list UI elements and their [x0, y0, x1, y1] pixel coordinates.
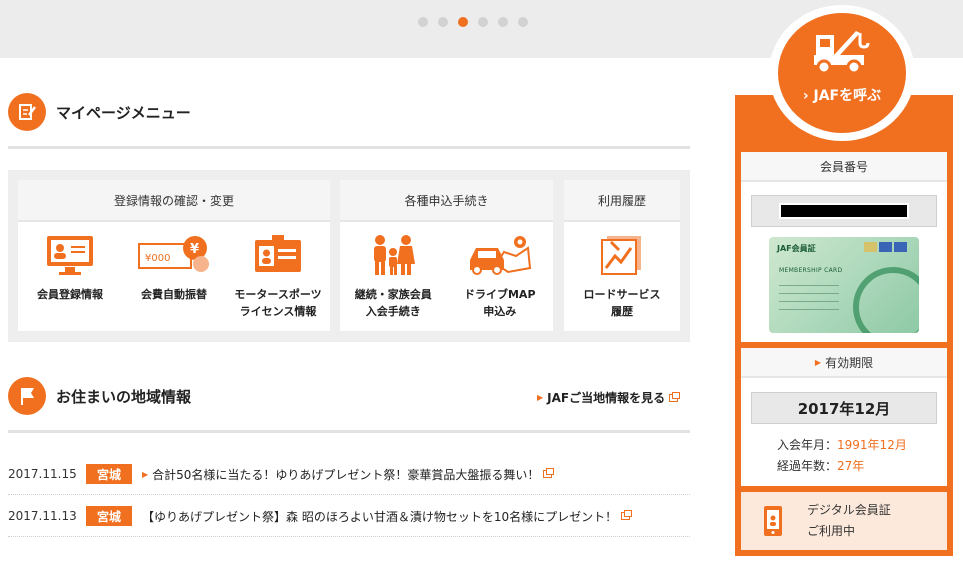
mypage-menu-panel: 登録情報の確認・変更 会員登録情報 ¥000 ¥ 会費自動振替 モータースポーツ … [8, 170, 690, 342]
news-date: 2017.11.13 [8, 509, 77, 523]
external-link-icon [543, 468, 555, 478]
expiry-header: ▶ 有効期限 [741, 348, 947, 378]
card-emblem [853, 267, 919, 333]
membership-card-image: JAF会員証 MEMBERSHIP CARD [769, 237, 919, 333]
news-text[interactable]: 【ゆりあげプレゼント祭】森 昭のほろよい甘酒＆漬け物セットを10名様にプレゼント… [142, 508, 617, 525]
card-title: MEMBERSHIP CARD [779, 267, 843, 274]
region-badge: 宮城 [86, 464, 132, 484]
car-map-icon [469, 236, 531, 275]
svg-text:¥: ¥ [190, 242, 199, 257]
group-title: 登録情報の確認・変更 [18, 180, 330, 222]
digital-card-button[interactable]: デジタル会員証 ご利用中 [741, 492, 947, 550]
carousel-dot[interactable] [478, 17, 488, 27]
joined-label: 入会年月： [777, 438, 838, 452]
menu-item-label: ドライブMAP 申込み [463, 288, 536, 318]
menu-item-label: モータースポーツ ライセンス情報 [234, 288, 322, 318]
carousel-dot[interactable] [518, 17, 528, 27]
menu-item-label: 会費自動振替 [141, 288, 207, 301]
expiry-title: 有効期限 [825, 355, 874, 370]
carousel-dot[interactable] [498, 17, 508, 27]
card-fields [779, 285, 839, 317]
expiry-box: ▶ 有効期限 2017年12月 入会年月：1991年12月 経過年数：27年 [741, 348, 947, 486]
news-text[interactable]: 合計50名様に当たる！ゆりあげプレゼント祭！豪華賞品大盤振る舞い！ [152, 466, 539, 483]
member-number-redacted [779, 203, 909, 219]
menu-item-family-membership[interactable]: 継続・家族会員 入会手続き [340, 222, 447, 331]
menu-item-drive-map[interactable]: ドライブMAP 申込み [447, 222, 554, 331]
card-logo: JAF会員証 [777, 244, 816, 253]
group-registration: 登録情報の確認・変更 会員登録情報 ¥000 ¥ 会費自動振替 モータースポーツ … [18, 180, 330, 331]
carousel-dot[interactable] [438, 17, 448, 27]
group-history: 利用履歴 ロードサービス 履歴 [564, 180, 680, 331]
joined-value: 1991年12月 [837, 438, 907, 452]
menu-item-member-info[interactable]: 会員登録情報 [18, 222, 122, 331]
local-info-header: お住まいの地域情報 [8, 377, 191, 415]
menu-item-auto-transfer[interactable]: ¥000 ¥ 会費自動振替 [122, 222, 226, 331]
edit-note-icon [8, 93, 46, 131]
joined-date-row: 入会年月：1991年12月 [777, 436, 907, 453]
license-card-icon [255, 235, 301, 272]
mypage-title: マイページメニュー [56, 103, 191, 122]
region-badge: 宮城 [86, 506, 132, 526]
digital-card-label: デジタル会員証 ご利用中 [807, 503, 891, 538]
road-service-history-icon [601, 236, 641, 275]
mypage-header: マイページメニュー [8, 93, 191, 131]
menu-item-motorsport-license[interactable]: モータースポーツ ライセンス情報 [226, 222, 330, 331]
local-info-link-label: JAFご当地情報を見る [547, 391, 666, 405]
menu-item-label: ロードサービス 履歴 [583, 288, 661, 318]
member-number-box: 会員番号 JAF会員証 MEMBERSHIP CARD [741, 152, 947, 342]
carousel-dots [418, 17, 528, 27]
member-number-field [751, 195, 937, 227]
monitor-profile-icon [47, 236, 93, 275]
menu-item-label: 会員登録情報 [37, 288, 103, 301]
local-info-title: お住まいの地域情報 [56, 387, 192, 406]
divider [8, 430, 690, 433]
external-link-icon [621, 510, 633, 520]
news-item[interactable]: 2017.11.15 宮城 ▶ 合計50名様に当たる！ゆりあげプレゼント祭！豪華… [8, 454, 690, 495]
call-jaf-button[interactable]: › JAFを呼ぶ [778, 13, 906, 133]
menu-item-road-service-history[interactable]: ロードサービス 履歴 [564, 222, 680, 331]
news-date: 2017.11.15 [8, 467, 77, 481]
call-jaf-label: › JAFを呼ぶ [802, 88, 882, 104]
arrow-right-icon: ▶ [537, 393, 544, 402]
carousel-dot[interactable] [418, 17, 428, 27]
carousel-dot-active[interactable] [458, 17, 468, 27]
smartphone-icon [764, 506, 782, 536]
flag-icon [8, 377, 46, 415]
divider [8, 146, 690, 149]
external-link-icon [669, 391, 681, 402]
local-info-link[interactable]: ▶ JAFご当地情報を見る [537, 389, 681, 406]
tow-truck-icon [814, 31, 870, 75]
group-title: 利用履歴 [564, 180, 680, 222]
arrow-right-icon: ▶ [814, 357, 822, 367]
member-number-title: 会員番号 [741, 152, 947, 182]
years-row: 経過年数：27年 [777, 457, 864, 474]
years-label: 経過年数： [777, 459, 838, 473]
svg-text:¥000: ¥000 [145, 253, 170, 264]
menu-item-label: 継続・家族会員 入会手続き [354, 288, 432, 318]
card-partner-logos [864, 242, 907, 252]
arrow-right-icon: ▶ [142, 469, 149, 479]
years-value: 27年 [837, 459, 865, 473]
group-title: 各種申込手続き [340, 180, 553, 222]
yen-payment-icon: ¥000 ¥ [138, 236, 209, 272]
group-applications: 各種申込手続き 継続・家族会員 入会手続き ドライブMAP 申込み [340, 180, 553, 331]
news-item[interactable]: 2017.11.13 宮城 【ゆりあげプレゼント祭】森 昭のほろよい甘酒＆漬け物… [8, 496, 690, 537]
expiry-value: 2017年12月 [751, 392, 937, 424]
family-icon [374, 235, 416, 275]
